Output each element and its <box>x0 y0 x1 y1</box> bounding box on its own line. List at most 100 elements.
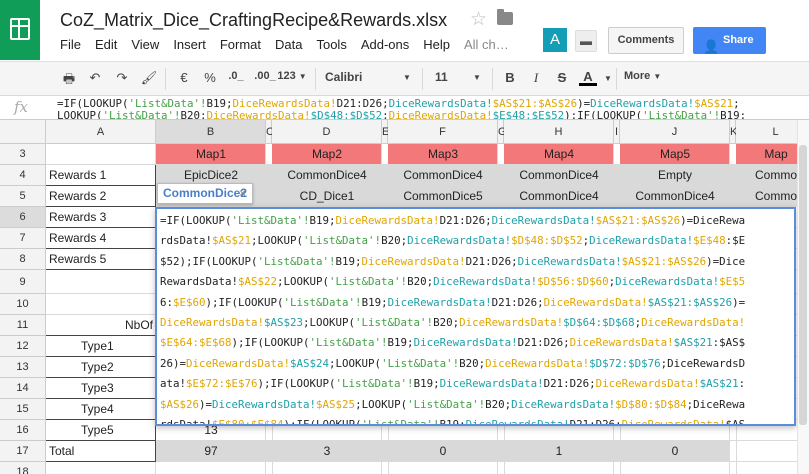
column-header-d[interactable]: D <box>272 120 382 144</box>
cell-value[interactable]: Map3 <box>388 144 498 165</box>
row-header-14[interactable]: 14 <box>0 378 46 399</box>
cell-value[interactable]: Type1 <box>46 336 156 357</box>
scrollbar-thumb[interactable] <box>799 145 807 425</box>
row-header-3[interactable]: 3 <box>0 144 46 165</box>
table-cell[interactable] <box>46 270 156 294</box>
folder-icon[interactable] <box>497 9 513 25</box>
percent-format-button[interactable]: % <box>200 70 220 85</box>
row-header-12[interactable]: 12 <box>0 336 46 357</box>
cell-value[interactable]: Empty <box>620 165 730 186</box>
row-header-11[interactable]: 11 <box>0 315 46 336</box>
menu-tools[interactable]: Tools <box>316 37 346 52</box>
star-icon[interactable]: ☆ <box>470 8 487 31</box>
cell-value[interactable]: Map5 <box>620 144 730 165</box>
column-header-b[interactable]: B <box>156 120 266 144</box>
cell-value[interactable]: Rewards 3 <box>46 207 156 228</box>
table-cell[interactable] <box>504 462 614 474</box>
undo-icon[interactable]: ↶ <box>86 70 104 86</box>
italic-button[interactable]: I <box>529 70 543 86</box>
bold-button[interactable]: B <box>503 70 517 85</box>
row-header-4[interactable]: 4 <box>0 165 46 186</box>
table-cell[interactable] <box>156 462 266 474</box>
redo-icon[interactable]: ↷ <box>113 70 131 86</box>
cell-value[interactable]: 1 <box>504 441 614 462</box>
increase-decimal-button[interactable]: .00_ <box>251 70 279 82</box>
menu-data[interactable]: Data <box>275 37 302 52</box>
font-family-dropdown[interactable]: Calibri ▼ <box>325 70 415 84</box>
text-color-button[interactable]: A <box>579 70 597 86</box>
row-header-7[interactable]: 7 <box>0 228 46 249</box>
row-header-6[interactable]: 6 <box>0 207 46 228</box>
cell-value[interactable]: CD_Dice1 <box>272 186 382 207</box>
row-header-8[interactable]: 8 <box>0 249 46 270</box>
row-header-9[interactable]: 9 <box>0 270 46 294</box>
close-icon[interactable]: × <box>239 184 246 203</box>
cell-value[interactable]: CommonDice4 <box>504 186 614 207</box>
cell-value[interactable]: CommonDice4 <box>272 165 382 186</box>
cell-reference-chip[interactable]: CommonDice2 × <box>157 183 253 204</box>
cell-value[interactable]: Rewards 1 <box>46 165 156 186</box>
row-header-17[interactable]: 17 <box>0 441 46 462</box>
cell-value[interactable]: CommonDice4 <box>620 186 730 207</box>
cell-formula-editor[interactable]: =IF(LOOKUP('List&Data'!B19;DiceRewardsDa… <box>155 207 796 426</box>
table-cell[interactable] <box>46 144 156 165</box>
table-cell[interactable] <box>388 462 498 474</box>
cell-value[interactable]: Type3 <box>46 378 156 399</box>
cell-value[interactable]: Type5 <box>46 420 156 441</box>
menu-addons[interactable]: Add-ons <box>361 37 409 52</box>
cell-value[interactable]: Map1 <box>156 144 266 165</box>
cell-value[interactable]: Rewards 4 <box>46 228 156 249</box>
avatar[interactable]: A <box>543 28 567 52</box>
cell-value[interactable]: CommonDice4 <box>504 165 614 186</box>
cell-value[interactable]: 97 <box>156 441 266 462</box>
chat-icon[interactable]: ▬ <box>575 30 597 52</box>
cell-value[interactable]: 0 <box>388 441 498 462</box>
cell-value[interactable]: Type2 <box>46 357 156 378</box>
cell-value[interactable]: Total <box>46 441 156 462</box>
column-header-j[interactable]: J <box>620 120 730 144</box>
column-header-a[interactable]: A <box>46 120 156 144</box>
menu-file[interactable]: File <box>60 37 81 52</box>
cell-value[interactable]: Rewards 5 <box>46 249 156 270</box>
strikethrough-button[interactable]: S <box>555 70 569 85</box>
column-header-h[interactable]: H <box>504 120 614 144</box>
table-cell[interactable] <box>272 462 382 474</box>
currency-format-button[interactable]: € <box>175 70 193 85</box>
cell-value[interactable]: CommonDice4 <box>388 165 498 186</box>
cell-value[interactable]: 3 <box>272 441 382 462</box>
row-header-18[interactable]: 18 <box>0 462 46 474</box>
number-format-dropdown[interactable]: 123 ▼ <box>276 70 308 82</box>
formula-bar[interactable]: fx =IF(LOOKUP('List&Data'!B19;DiceReward… <box>0 96 809 120</box>
comments-button[interactable]: Comments <box>608 27 684 54</box>
cell-value[interactable]: Type4 <box>46 399 156 420</box>
table-cell[interactable] <box>46 294 156 315</box>
row-header-13[interactable]: 13 <box>0 357 46 378</box>
decrease-decimal-button[interactable]: .0_ <box>224 70 248 82</box>
table-cell[interactable] <box>46 462 156 474</box>
menu-insert[interactable]: Insert <box>173 37 206 52</box>
cell-value[interactable]: Map4 <box>504 144 614 165</box>
cell-value[interactable]: Rewards 2 <box>46 186 156 207</box>
paint-format-icon[interactable]: 🖌 <box>140 70 158 86</box>
cell-value[interactable]: CommonDice5 <box>388 186 498 207</box>
menu-view[interactable]: View <box>131 37 159 52</box>
document-title[interactable]: CoZ_Matrix_Dice_CraftingRecipe&Rewards.x… <box>60 10 447 31</box>
cell-value[interactable]: Map2 <box>272 144 382 165</box>
print-icon[interactable]: 🖶 <box>60 70 78 92</box>
menu-format[interactable]: Format <box>220 37 261 52</box>
select-all-corner[interactable] <box>0 120 46 144</box>
formula-text-line2[interactable]: LOOKUP('List&Data'!B20;DiceRewardsData!$… <box>57 110 746 119</box>
menu-help[interactable]: Help <box>423 37 450 52</box>
font-size-dropdown[interactable]: 11 ▼ <box>435 70 485 84</box>
row-header-10[interactable]: 10 <box>0 294 46 315</box>
table-cell[interactable] <box>620 462 730 474</box>
more-dropdown[interactable]: More ▼ <box>624 70 674 82</box>
chevron-down-icon[interactable]: ▼ <box>603 74 613 83</box>
row-header-5[interactable]: 5 <box>0 186 46 207</box>
cell-value[interactable]: NbOf <box>46 315 156 336</box>
column-header-f[interactable]: F <box>388 120 498 144</box>
all-changes-link[interactable]: All ch… <box>464 37 509 52</box>
sheets-logo-icon[interactable] <box>0 0 40 60</box>
row-header-15[interactable]: 15 <box>0 399 46 420</box>
menu-edit[interactable]: Edit <box>95 37 117 52</box>
